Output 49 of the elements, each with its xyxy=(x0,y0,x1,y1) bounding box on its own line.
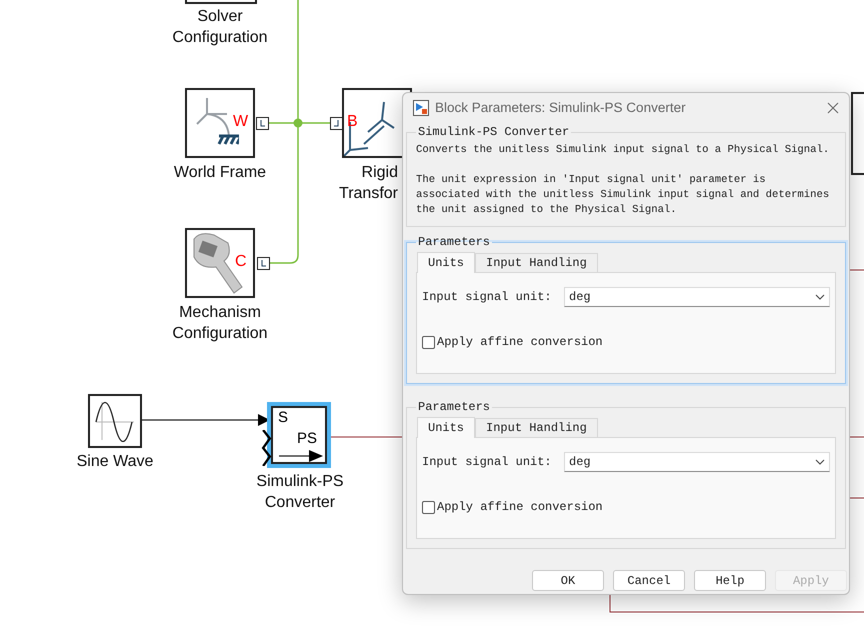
sine-block[interactable] xyxy=(88,394,142,448)
tab[interactable]: Units xyxy=(417,417,476,438)
block-label: Sine Wave xyxy=(76,452,154,472)
description-text: Converts the unitless Simulink input signal to a Physical Signal. xyxy=(416,143,830,158)
port-icon xyxy=(330,117,343,130)
block-label: Transfor xyxy=(339,184,398,204)
unit-dropdown[interactable]: deg xyxy=(564,287,830,307)
port-icon xyxy=(257,257,270,270)
window-title: Block Parameters: Simulink-PS Converter xyxy=(435,98,686,117)
description-text: The unit expression in 'Input signal unit' parameter is associated with the unitless Simulink input signal and determines the unit assigned to the Physical Signal. xyxy=(416,173,830,218)
block-label: Simulink-PS xyxy=(256,472,344,492)
block-label: Configuration xyxy=(172,28,268,48)
group-title: Simulink-PS Converter xyxy=(417,124,570,141)
block-label: Converter xyxy=(264,493,336,513)
chevron-down-icon xyxy=(815,459,825,465)
affine-checkbox[interactable] xyxy=(422,336,435,348)
input-port-letter: S xyxy=(278,410,288,425)
block-label: Mechanism xyxy=(179,303,261,323)
port-letter: W xyxy=(233,114,248,130)
checkbox-label: Apply affine conversion xyxy=(437,334,603,351)
output-port-letter: PS xyxy=(297,431,318,446)
dialog-button[interactable]: OK xyxy=(532,570,604,591)
block-label: Configuration xyxy=(172,324,268,344)
group-title: Parameters xyxy=(417,234,492,251)
affine-checkbox[interactable] xyxy=(422,500,435,514)
block-label: Solver xyxy=(197,7,243,27)
port-letter: B xyxy=(347,114,358,130)
block[interactable] xyxy=(185,88,255,158)
dialog-button[interactable]: Cancel xyxy=(613,570,685,591)
checkbox-label: Apply affine conversion xyxy=(437,499,603,516)
field-label: Input signal unit: xyxy=(422,289,553,306)
sine-wave-icon xyxy=(94,400,136,442)
zigzag-icon xyxy=(261,430,271,466)
field-label: Input signal unit: xyxy=(422,454,553,471)
junction-dot xyxy=(294,118,302,128)
close-icon[interactable] xyxy=(827,102,839,114)
block-label: World Frame xyxy=(174,163,266,183)
arrow-icon xyxy=(279,449,323,463)
tab[interactable]: Input Handling xyxy=(475,253,598,272)
block-label: Rigid xyxy=(362,163,398,183)
tab[interactable]: Units xyxy=(417,252,476,273)
simulink-block-icon xyxy=(413,100,429,116)
tab[interactable]: Input Handling xyxy=(475,418,598,437)
port-letter: C xyxy=(235,254,247,270)
chevron-down-icon xyxy=(815,294,825,300)
port-icon xyxy=(256,117,269,130)
dialog-button[interactable]: Help xyxy=(694,570,766,591)
group-title: Parameters xyxy=(417,399,492,416)
unit-dropdown[interactable]: deg xyxy=(564,452,830,472)
